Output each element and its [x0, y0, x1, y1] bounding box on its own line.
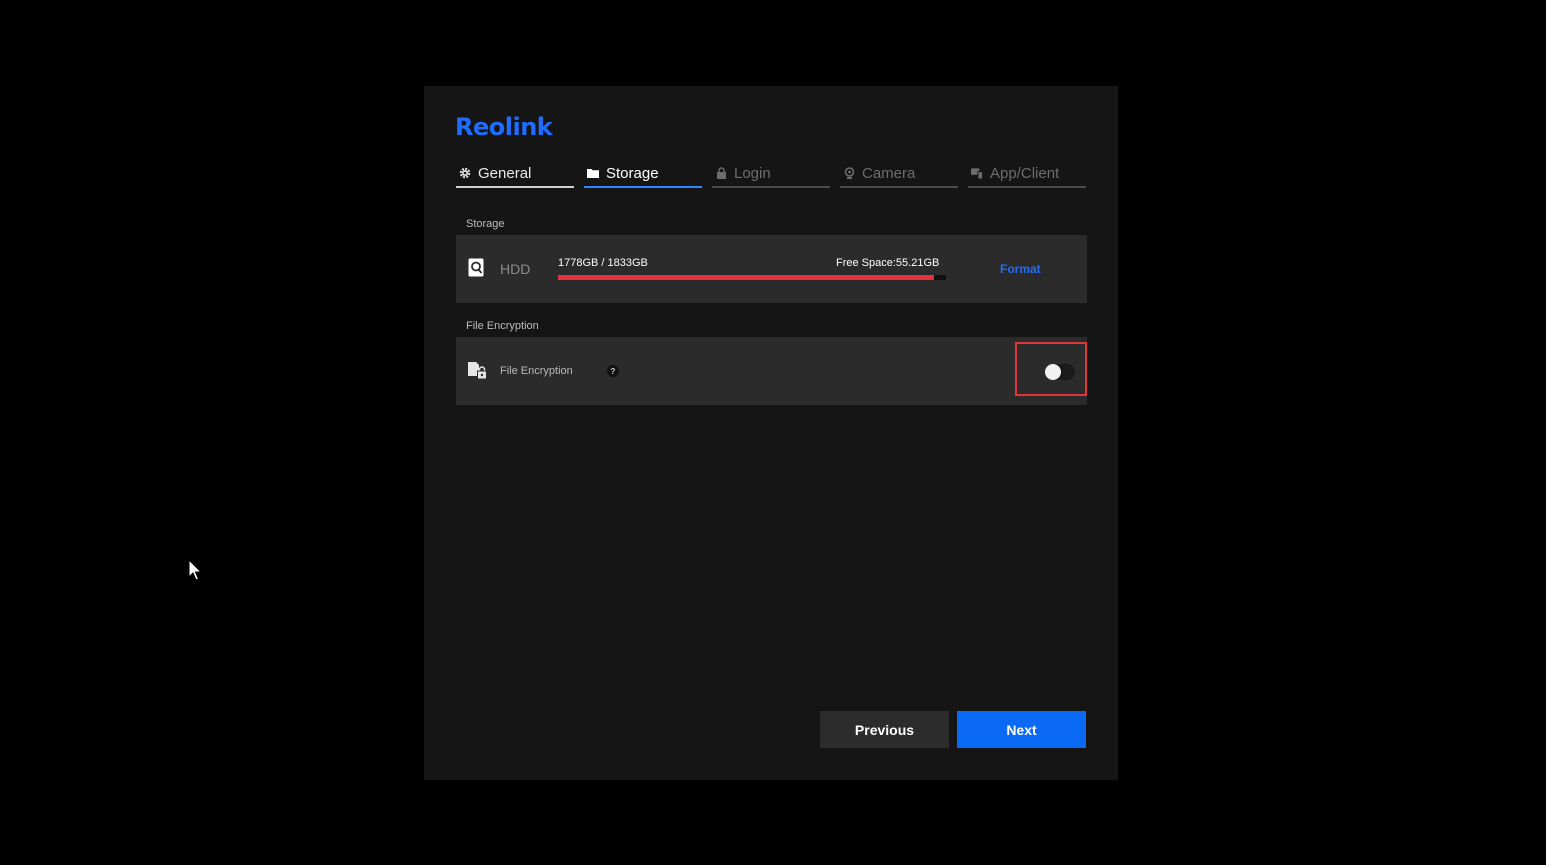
wizard-tabs: General Storage Login Camera App/Client — [456, 160, 1086, 188]
next-button[interactable]: Next — [957, 711, 1086, 748]
tab-camera[interactable]: Camera — [840, 160, 958, 188]
tab-storage-label: Storage — [606, 164, 659, 182]
folder-icon — [587, 167, 599, 179]
storage-usage-fill — [558, 275, 935, 280]
format-button[interactable]: Format — [1000, 262, 1041, 276]
file-encryption-toggle[interactable] — [1045, 364, 1075, 380]
tab-general-label: General — [478, 164, 532, 182]
tab-app-client[interactable]: App/Client — [968, 160, 1086, 188]
file-lock-icon — [468, 362, 487, 382]
tab-camera-label: Camera — [862, 164, 916, 182]
file-encryption-panel: File Encryption ? — [456, 337, 1087, 405]
lock-icon — [715, 167, 727, 179]
storage-used-text: 1778GB / 1833GB — [558, 257, 648, 269]
screen: Reolink General Storage Login Camera App… — [0, 0, 1546, 865]
toggle-knob — [1045, 364, 1061, 380]
tab-storage[interactable]: Storage — [584, 160, 702, 188]
storage-panel: HDD 1778GB / 1833GB Free Space:55.21GB F… — [456, 235, 1087, 303]
devices-icon — [971, 167, 983, 179]
file-encryption-section-label: File Encryption — [466, 320, 539, 332]
hdd-icon — [468, 258, 486, 278]
gear-icon — [459, 167, 471, 179]
previous-button[interactable]: Previous — [820, 711, 949, 748]
camera-icon — [843, 167, 855, 179]
tab-login[interactable]: Login — [712, 160, 830, 188]
tab-app-client-label: App/Client — [990, 164, 1060, 182]
help-icon[interactable]: ? — [607, 365, 619, 377]
file-encryption-label: File Encryption — [500, 365, 573, 377]
storage-section-label: Storage — [466, 218, 505, 230]
brand-logo: Reolink — [455, 113, 553, 141]
tab-general[interactable]: General — [456, 160, 574, 188]
storage-free-text: Free Space:55.21GB — [836, 257, 940, 269]
hdd-name: HDD — [500, 261, 531, 277]
mouse-cursor-icon — [188, 559, 203, 581]
setup-wizard-dialog: Reolink General Storage Login Camera App… — [424, 86, 1118, 780]
storage-usage-bar — [558, 275, 946, 280]
tab-login-label: Login — [734, 164, 771, 182]
